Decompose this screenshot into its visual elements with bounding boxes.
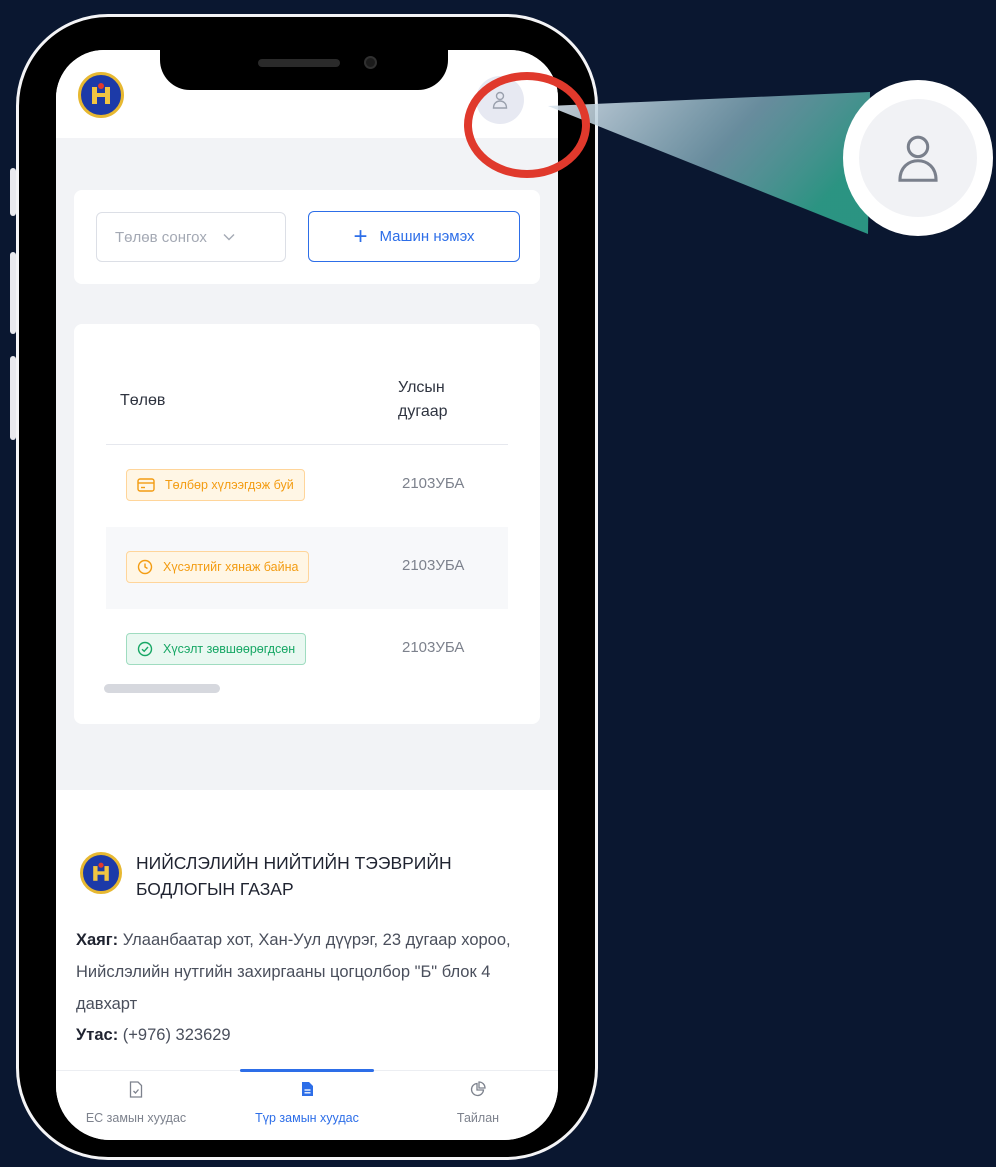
zoomed-profile-button <box>859 99 977 217</box>
user-icon <box>898 135 938 182</box>
zoom-bubble <box>843 80 993 236</box>
highlight-ring <box>464 72 590 178</box>
